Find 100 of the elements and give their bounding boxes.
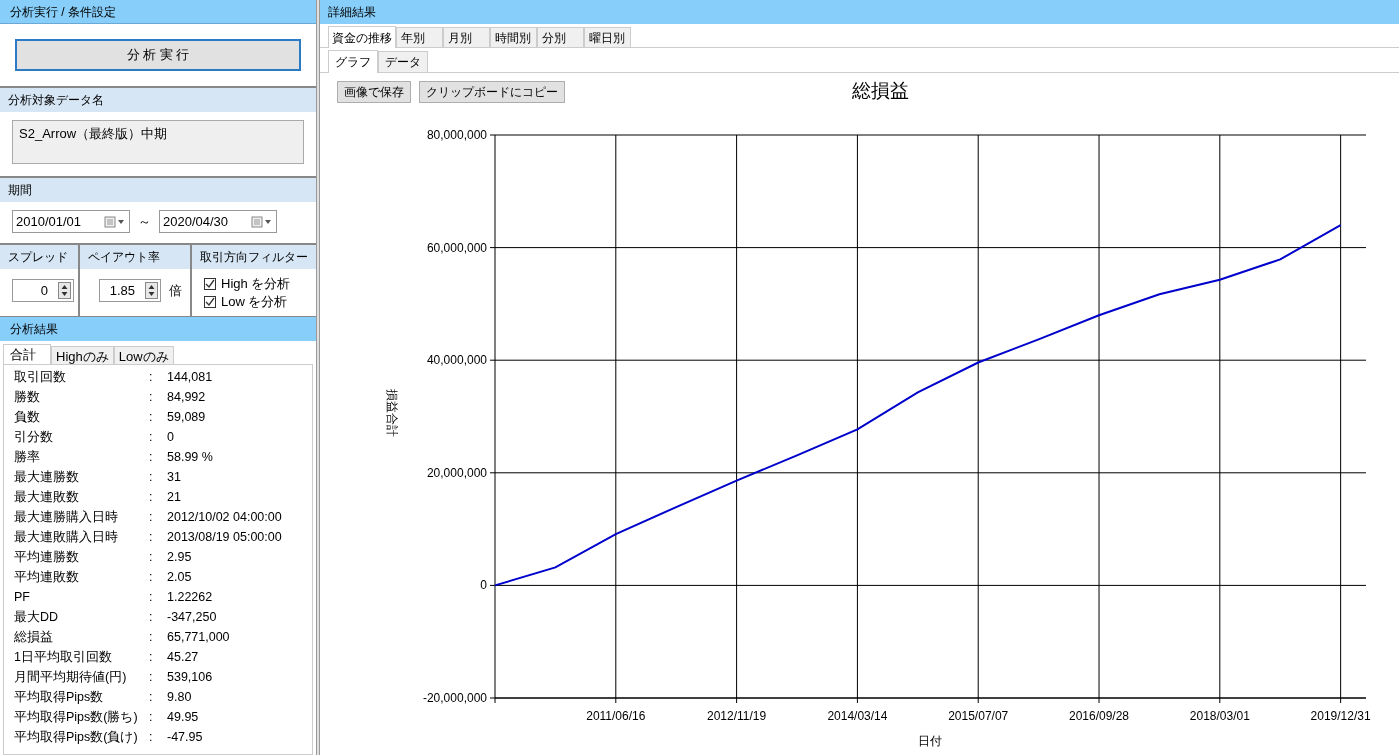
panel-title: 分析実行 / 条件設定 [10,3,116,21]
colon-separator: : [149,428,154,446]
y-tick-label: 20,000,000 [426,465,487,480]
stat-value: -47.95 [167,728,203,746]
data-name-field[interactable]: S2_Arrow（最終版）中期 [12,120,304,164]
stat-value: -347,250 [167,608,217,626]
calendar-dropdown-icon[interactable] [104,215,126,228]
y-tick-label: 40,000,000 [426,353,487,368]
stat-label: 最大連敗購入日時 [14,528,119,546]
date-field[interactable]: 2020/04/30 [159,210,277,233]
stat-label: 最大連勝購入日時 [14,508,119,526]
stat-label: 最大DD [14,608,60,626]
date-field[interactable]: 2010/01/01 [12,210,130,233]
tab[interactable]: 分別 [537,27,584,47]
colon-separator: : [149,408,154,426]
stat-value: 144,081 [167,368,213,386]
tab[interactable]: 曜日別 [584,27,631,47]
unit-label: 倍 [169,281,182,300]
panel-title: 詳細結果 [328,4,376,21]
stat-label: 総損益 [14,628,54,646]
stat-value: 58.99 % [167,448,213,466]
section-header: ペイアウト率 [88,249,160,266]
stat-value: 2.95 [167,548,192,566]
subtab[interactable]: グラフ [328,50,378,73]
colon-separator: : [149,508,154,526]
colon-separator: : [149,668,154,686]
stat-value: 65,771,000 [167,628,230,646]
stat-value: 2.05 [167,568,192,586]
section-header: スプレッド [8,249,68,266]
checkbox[interactable] [204,296,216,308]
subtab[interactable]: データ [378,51,428,72]
tab[interactable]: Highのみ [51,346,114,364]
number-spinner[interactable]: 1.85 [99,279,161,302]
colon-separator: : [149,388,154,406]
stat-value: 539,106 [167,668,213,686]
stat-label: 平均取得Pips数 [14,688,105,706]
stat-label: 引分数 [14,428,54,446]
y-tick-label: 60,000,000 [426,240,487,255]
calendar-dropdown-icon[interactable] [251,215,273,228]
stat-value: 2012/10/02 04:00:00 [167,508,282,526]
spin-arrows-icon[interactable] [58,282,71,299]
colon-separator: : [149,468,154,486]
stat-label: 取引回数 [14,368,67,386]
stat-value: 31 [167,468,181,486]
stat-label: 月間平均期待値(円) [14,668,128,686]
stat-label: 最大連敗数 [14,488,80,506]
colon-separator: : [149,728,154,746]
stat-label: 勝数 [14,388,41,406]
tab[interactable]: Lowのみ [113,346,174,364]
x-tick-label: 2016/09/28 [1069,709,1130,723]
stat-value: 2013/08/19 05:00:00 [167,528,282,546]
colon-separator: : [149,568,154,586]
stat-value: 49.95 [167,708,199,726]
checkbox-label: Low を分析 [221,294,288,310]
stat-label: 1日平均取引回数 [14,648,113,666]
stat-value: 84,992 [167,388,206,406]
colon-separator: : [149,488,154,506]
toolbar-button[interactable]: 画像で保存 [337,81,411,103]
colon-separator: : [149,528,154,546]
toolbar-button[interactable]: クリップボードにコピー [419,81,565,103]
stat-value: 0 [167,428,174,446]
colon-separator: : [149,368,154,386]
stat-label: 平均取得Pips数(勝ち) [14,708,139,726]
tab[interactable]: 年別 [396,27,443,47]
colon-separator: : [149,648,154,666]
stat-value: 45.27 [167,648,199,666]
spin-arrows-icon[interactable] [145,282,158,299]
x-tick-label: 2011/06/16 [586,709,646,723]
tab[interactable]: 時間別 [490,27,537,47]
y-tick-label: 80,000,000 [426,128,487,142]
tab[interactable]: 資金の推移 [328,26,396,48]
stat-value: 9.80 [167,688,192,706]
section-header: 分析対象データ名 [8,92,104,109]
panel-title: 分析結果 [10,321,58,338]
colon-separator: : [149,608,154,626]
colon-separator: : [149,548,154,566]
number-spinner[interactable]: 0 [12,279,74,302]
stat-label: 平均連敗数 [14,568,80,586]
x-tick-label: 2015/07/07 [948,709,1009,723]
stat-label: 最大連勝数 [14,468,80,486]
stat-label: PF [14,588,31,606]
x-axis-label: 日付 [918,734,942,748]
chart-title: 総損益 [851,80,909,101]
stat-value: 1.22262 [167,588,213,606]
tab[interactable]: 合計 [3,344,51,364]
x-tick-label: 2018/03/01 [1189,709,1250,723]
y-tick-label: 0 [480,578,487,593]
run-button[interactable]: 分 析 実 行 [15,39,301,71]
stat-value: 59,089 [167,408,206,426]
section-header: 取引方向フィルター [200,249,308,266]
stat-label: 平均連勝数 [14,548,80,566]
checkbox[interactable] [204,278,216,290]
stat-label: 勝率 [14,448,41,466]
x-tick-label: 2019/12/31 [1310,709,1371,723]
y-axis-label: 損益合計 [385,389,399,437]
colon-separator: : [149,588,154,606]
colon-separator: : [149,708,154,726]
colon-separator: : [149,448,154,466]
colon-separator: : [149,628,154,646]
tab[interactable]: 月別 [443,27,490,47]
